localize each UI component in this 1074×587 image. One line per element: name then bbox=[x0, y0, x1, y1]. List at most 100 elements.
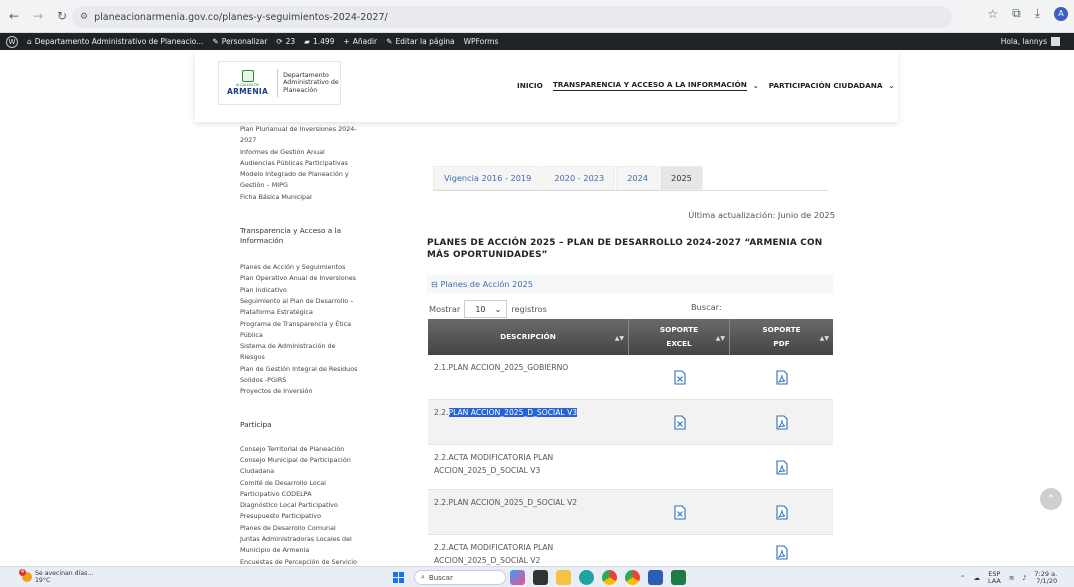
header-excel[interactable]: SOPORTE EXCEL ▲▼ bbox=[629, 319, 730, 355]
sidebar-link[interactable]: Planes de Acción y Seguimientos bbox=[240, 262, 360, 273]
chevron-down-icon: ⌄ bbox=[752, 81, 759, 90]
system-tray: ⌃ ☁ ESP LAA ≋ ♪ 7:29 a. 7/1/20 bbox=[960, 571, 1057, 585]
header-pdf[interactable]: SOPORTE PDF ▲▼ bbox=[730, 319, 833, 355]
sidebar-link[interactable]: Plan Operativo Anual de Inversiones bbox=[240, 273, 360, 284]
excel-file-icon[interactable] bbox=[673, 369, 686, 385]
wordpress-logo-icon[interactable]: W bbox=[6, 35, 18, 48]
adminbar-customize[interactable]: ✎ Personalizar bbox=[212, 37, 267, 46]
adminbar-comments[interactable]: ▰ 1.499 bbox=[304, 37, 334, 46]
excel-file-icon[interactable] bbox=[673, 414, 686, 430]
task-view-icon[interactable] bbox=[533, 570, 548, 585]
excel-cell bbox=[629, 535, 730, 565]
sidebar-link[interactable]: Informes de Gestión Anual bbox=[240, 147, 360, 158]
windows-taskbar: 4 Se avecinan días... 19°C ⌕ Buscar ⌃ ☁ E… bbox=[0, 566, 1074, 587]
pdf-cell bbox=[730, 490, 833, 534]
bookmark-star-icon[interactable]: ☆ bbox=[987, 7, 998, 21]
edge-icon[interactable] bbox=[579, 570, 594, 585]
sidebar-link[interactable]: Planes de Desarrollo Comunal bbox=[240, 523, 360, 534]
row-description: 2.2.PLAN ACCION_2025_D_SOCIAL V2 bbox=[434, 498, 578, 507]
site-header: ALCALDÍA DE ARMENIA Departamento Adminis… bbox=[195, 50, 898, 122]
adminbar-site[interactable]: ⌂ Departamento Administrativo de Planeaci… bbox=[27, 37, 203, 46]
cloud-icon[interactable]: ☁ bbox=[973, 574, 980, 582]
sidebar-link[interactable]: Consejo Municipal de Participación Ciuda… bbox=[240, 455, 360, 478]
sidebar-link[interactable]: Comité de Desarrollo Local Participativo… bbox=[240, 478, 360, 501]
wifi-icon[interactable]: ≋ bbox=[1009, 574, 1014, 582]
chrome-icon[interactable] bbox=[602, 570, 617, 585]
extensions-icon[interactable]: ⧉ bbox=[1012, 6, 1021, 21]
tab-2024[interactable]: 2024 bbox=[616, 166, 660, 190]
selected-text: PLAN ACCION_2025_D_SOCIAL V3 bbox=[448, 408, 578, 417]
nav-participacion[interactable]: PARTICIPACIÓN CIUDADANA ⌄ bbox=[769, 80, 895, 91]
adminbar-add-new[interactable]: + Añadir bbox=[343, 37, 377, 46]
sidebar-link[interactable]: Plan Indicativo bbox=[240, 285, 360, 296]
sidebar-link[interactable]: Presupuesto Participativo bbox=[240, 511, 360, 522]
sidebar-link[interactable]: Modelo Integrado de Planeación y Gestión… bbox=[240, 169, 360, 192]
sidebar-top-links: Plan Plurianual de Inversiones 2024-2027… bbox=[240, 124, 360, 203]
logo-city: ARMENIA bbox=[226, 87, 269, 96]
pdf-file-icon[interactable] bbox=[775, 545, 788, 560]
pdf-file-icon[interactable] bbox=[775, 504, 788, 520]
volume-icon[interactable]: ♪ bbox=[1022, 574, 1026, 582]
pdf-file-icon[interactable] bbox=[775, 414, 788, 430]
clock[interactable]: 7:29 a. 7/1/20 bbox=[1034, 571, 1057, 585]
excel-file-icon[interactable] bbox=[673, 504, 686, 520]
tab-2025[interactable]: 2025 bbox=[660, 166, 703, 190]
sidebar-link[interactable]: Juntas Administradoras Locales del Munic… bbox=[240, 534, 360, 557]
row-description: 2.2.ACTA MODIFICATORIA PLAN ACCION_2025_… bbox=[434, 453, 554, 475]
chevron-up-icon[interactable]: ⌃ bbox=[960, 574, 965, 582]
main-nav: INICIO TRANSPARENCIA Y ACCESO A LA INFOR… bbox=[517, 80, 904, 91]
chrome-profile-icon[interactable] bbox=[625, 570, 640, 585]
sidebar-link[interactable]: Plan de Gestión Integral de Residuos Sol… bbox=[240, 364, 360, 387]
adminbar-edit-page[interactable]: ✎ Editar la página bbox=[386, 37, 455, 46]
profile-avatar[interactable]: A bbox=[1054, 6, 1068, 21]
city-seal-icon bbox=[241, 70, 254, 82]
adminbar-updates[interactable]: ⟳ 23 bbox=[276, 37, 295, 46]
language-indicator[interactable]: ESP LAA bbox=[988, 571, 1001, 585]
tab-2016-2019[interactable]: Vigencia 2016 - 2019 bbox=[433, 166, 543, 190]
sidebar-link[interactable]: Plan Plurianual de Inversiones 2024-2027 bbox=[240, 124, 360, 147]
weather-widget[interactable]: 4 Se avecinan días... 19°C bbox=[19, 569, 93, 584]
accordion-toggle[interactable]: ⊟ Planes de Acción 2025 bbox=[427, 275, 833, 293]
search-label: Buscar: bbox=[691, 302, 722, 312]
logo-dept: Departamento Administrativo de Planeació… bbox=[283, 71, 339, 94]
adminbar-wpforms[interactable]: WPForms bbox=[464, 37, 499, 46]
download-icon[interactable]: ⤓ bbox=[1035, 6, 1040, 21]
sidebar-section2-links: Consejo Territorial de Planeación Consej… bbox=[240, 444, 360, 568]
file-explorer-icon[interactable] bbox=[556, 570, 571, 585]
back-icon[interactable]: ← bbox=[4, 6, 24, 26]
page-length-select[interactable]: 10 ⌄ bbox=[464, 300, 508, 318]
updates-icon: ⟳ bbox=[276, 37, 283, 46]
sidebar-section1-links: Planes de Acción y Seguimientos Plan Ope… bbox=[240, 262, 360, 398]
sidebar-link[interactable]: Proyectos de Inversión bbox=[240, 386, 360, 397]
sidebar-link[interactable]: Programa de Transparencia y Ética Públic… bbox=[240, 319, 360, 342]
pdf-file-icon[interactable] bbox=[775, 459, 788, 475]
address-bar[interactable]: ⚙ planeacionarmenia.gov.co/planes-y-segu… bbox=[72, 6, 952, 28]
header-descripcion[interactable]: DESCRIPCIÓN ▲▼ bbox=[428, 319, 629, 355]
pdf-cell bbox=[730, 355, 833, 399]
tab-2020-2023[interactable]: 2020 - 2023 bbox=[543, 166, 616, 190]
pdf-file-icon[interactable] bbox=[775, 369, 788, 385]
excel-icon[interactable] bbox=[671, 570, 686, 585]
row-description: 2.2.ACTA MODIFICATORIA PLAN ACCION_2025_… bbox=[434, 543, 554, 565]
weather-icon: 4 bbox=[19, 569, 32, 582]
sidebar-link[interactable]: Sistema de Administración de Riesgos bbox=[240, 341, 360, 364]
copilot-icon[interactable] bbox=[510, 570, 525, 585]
taskbar-search[interactable]: ⌕ Buscar bbox=[414, 570, 506, 585]
reload-icon[interactable]: ↻ bbox=[52, 6, 72, 26]
nav-transparencia[interactable]: TRANSPARENCIA Y ACCESO A LA INFORMACIÓN ⌄ bbox=[552, 80, 759, 91]
forward-icon[interactable]: → bbox=[28, 6, 48, 26]
nav-inicio[interactable]: INICIO bbox=[517, 80, 543, 91]
sidebar-link[interactable]: Consejo Territorial de Planeación bbox=[240, 444, 360, 455]
sidebar-link[interactable]: Diagnóstico Local Participativo bbox=[240, 500, 360, 511]
page-heading: PLANES DE ACCIÓN 2025 – PLAN DE DESARROL… bbox=[427, 238, 823, 260]
brush-icon: ✎ bbox=[212, 37, 219, 46]
word-icon[interactable] bbox=[648, 570, 663, 585]
sidebar-link[interactable]: Ficha Básica Municipal bbox=[240, 192, 360, 203]
adminbar-account[interactable]: Hola, lannys bbox=[1001, 37, 1060, 46]
site-logo[interactable]: ALCALDÍA DE ARMENIA Departamento Adminis… bbox=[218, 61, 341, 105]
windows-start-icon[interactable] bbox=[393, 572, 404, 583]
sidebar-link[interactable]: Audiencias Públicas Participativas bbox=[240, 158, 360, 169]
site-info-icon[interactable]: ⚙ bbox=[80, 12, 88, 22]
scroll-to-top-button[interactable]: ⌃ bbox=[1040, 488, 1062, 510]
sidebar-link[interactable]: Seguimiento al Plan de Desarrollo – Plat… bbox=[240, 296, 360, 319]
